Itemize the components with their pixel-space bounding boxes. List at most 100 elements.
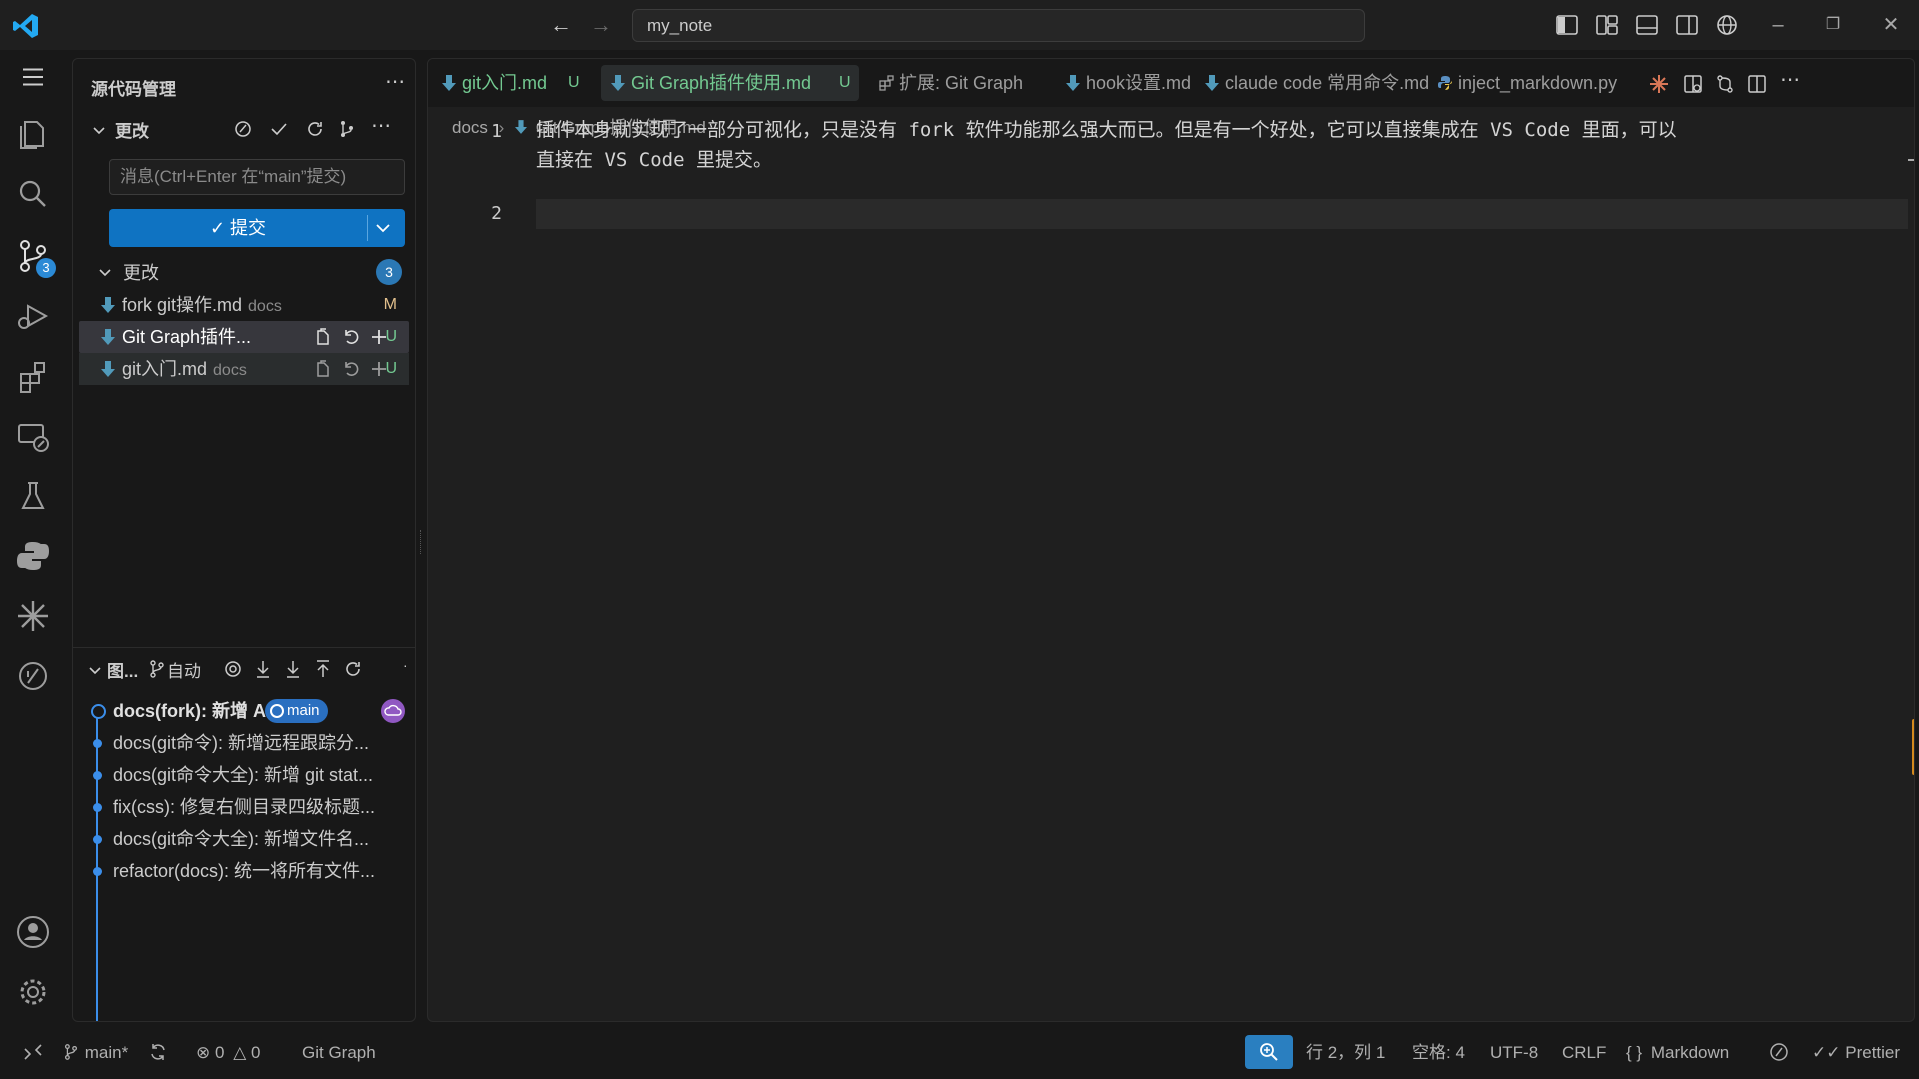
changes-group-chevron-icon[interactable] (97, 265, 113, 281)
language-mode[interactable]: { } Markdown (1626, 1041, 1729, 1065)
gitlens-stash-icon[interactable] (233, 119, 253, 139)
zoom-button[interactable] (1245, 1035, 1293, 1069)
extensions-icon[interactable] (13, 356, 53, 396)
git-graph-status[interactable]: Git Graph (302, 1041, 376, 1065)
commit-row[interactable]: refactor(docs): 统一将所有文件... (91, 855, 411, 887)
remote-indicator-icon[interactable] (22, 1041, 44, 1063)
changed-file-row[interactable]: Git Graph插件... U (79, 321, 409, 353)
head-commit-dot (91, 704, 106, 719)
graph-more-icon[interactable]: · (403, 657, 408, 673)
cursor-position[interactable]: 行 2，列 1 (1306, 1041, 1385, 1065)
commit-row[interactable]: docs(fork): 新增 A... main (91, 695, 411, 727)
commit-check-icon[interactable] (269, 119, 289, 139)
run-debug-icon[interactable] (13, 296, 53, 336)
discard-changes-icon[interactable] (341, 327, 361, 347)
more-actions-icon[interactable]: ⋯ (385, 69, 405, 94)
status-bar: main* ⊗ 0 △ 0 Git Graph 行 2，列 1 空格: 4 UT… (0, 1025, 1919, 1079)
branch-badge[interactable]: main (265, 699, 328, 723)
commit-row[interactable]: docs(git命令大全): 新增 git stat... (91, 759, 411, 791)
toggle-panel-icon[interactable] (1635, 13, 1659, 37)
editor-more-icon[interactable]: ⋯ (1780, 67, 1800, 92)
changed-file-row[interactable]: git入门.md docs U (79, 353, 409, 385)
sash-handle[interactable] (420, 530, 423, 554)
toggle-secondary-sidebar-icon[interactable] (1675, 13, 1699, 37)
markdown-file-icon (515, 120, 528, 134)
tab-claude-code-commands[interactable]: claude code 常用命令.md (1195, 65, 1429, 101)
remote-explorer-icon[interactable] (13, 416, 53, 456)
split-editor-icon[interactable] (1746, 73, 1768, 95)
branch-icon[interactable] (147, 659, 167, 679)
discard-changes-icon[interactable] (341, 359, 361, 379)
changes-group-label[interactable]: 更改 (123, 259, 159, 285)
account-icon[interactable] (13, 912, 53, 952)
explorer-icon[interactable] (13, 114, 53, 154)
scrollbar-marker[interactable] (1912, 719, 1914, 775)
globe-icon[interactable] (1715, 13, 1739, 37)
commit-dropdown-icon[interactable] (373, 218, 393, 238)
commit-button-label[interactable]: ✓ 提交 (109, 209, 367, 247)
changes-header[interactable]: 更改 (115, 117, 149, 142)
auto-label[interactable]: 自动 (167, 657, 201, 682)
commit-message-input[interactable]: 消息(Ctrl+Enter 在“main”提交) (109, 159, 405, 195)
source-control-icon[interactable]: 3 (13, 236, 56, 278)
graph-chevron-icon[interactable] (87, 663, 103, 679)
open-file-icon[interactable] (313, 327, 333, 347)
tab-git-intro[interactable]: git入门.md U (432, 65, 590, 101)
graph-header[interactable]: 图... (107, 657, 138, 682)
push-icon[interactable] (313, 659, 333, 679)
prettier-status[interactable]: ✓✓ Prettier (1812, 1041, 1900, 1065)
vscode-logo-icon (13, 14, 38, 38)
end-of-line[interactable]: CRLF (1562, 1041, 1606, 1065)
customize-layout-icon[interactable] (1595, 13, 1619, 37)
problems-indicator[interactable]: ⊗ 0 △ 0 (196, 1041, 260, 1065)
changed-file-row[interactable]: fork git操作.md docs M (79, 289, 409, 321)
pull-icon[interactable] (283, 659, 303, 679)
file-status: U (385, 328, 397, 345)
minimize-button[interactable]: – (1763, 10, 1793, 40)
tab-label: inject_markdown.py (1458, 73, 1618, 93)
forward-arrow-icon[interactable]: → (588, 12, 614, 38)
markdown-file-icon (611, 75, 625, 91)
command-center-search[interactable]: my_note (632, 9, 1365, 42)
tab-inject-markdown[interactable]: inject_markdown.py (1428, 65, 1634, 101)
python-icon[interactable] (13, 536, 53, 576)
open-file-icon[interactable] (313, 359, 333, 379)
sync-icon[interactable] (148, 1042, 168, 1062)
warning-icon: △ (233, 1043, 247, 1062)
commit-row[interactable]: docs(git命令): 新增远程跟踪分... (91, 727, 411, 759)
claude-code-icon[interactable] (1648, 73, 1670, 95)
tab-extension-git-graph[interactable]: 扩展: Git Graph (869, 65, 1049, 101)
gitlens-icon[interactable] (13, 656, 53, 696)
testing-icon[interactable] (13, 476, 53, 516)
commit-row[interactable]: fix(css): 修复右侧目录四级标题... (91, 791, 411, 823)
gitlens-status-icon[interactable] (1768, 1041, 1790, 1063)
search-icon[interactable] (13, 174, 53, 214)
tab-hook-settings[interactable]: hook设置.md (1056, 65, 1196, 101)
indentation[interactable]: 空格: 4 (1412, 1041, 1465, 1065)
remote-cloud-icon[interactable] (381, 699, 405, 723)
close-button[interactable]: ✕ (1876, 10, 1906, 40)
fetch-icon[interactable] (253, 659, 273, 679)
markdown-file-icon (1066, 75, 1080, 91)
target-icon[interactable] (223, 659, 243, 679)
code-line[interactable]: 插件本身就实现了一部分可视化，只是没有 fork 软件功能那么强大而已。但是有一… (536, 115, 1896, 175)
tab-git-graph-plugin[interactable]: Git Graph插件使用.md U (601, 65, 859, 101)
chevron-down-icon[interactable] (91, 123, 107, 139)
commit-row[interactable]: docs(git命令大全): 新增文件名... (91, 823, 411, 855)
open-changes-icon[interactable] (1714, 73, 1736, 95)
back-arrow-icon[interactable]: ← (548, 12, 574, 38)
graph-view-icon[interactable] (337, 119, 357, 139)
repo-more-icon[interactable]: ⋯ (371, 113, 391, 138)
branch-indicator[interactable]: main* (62, 1041, 128, 1065)
settings-gear-icon[interactable] (13, 972, 53, 1012)
graph-refresh-icon[interactable] (343, 659, 363, 679)
refresh-icon[interactable] (305, 119, 325, 139)
open-preview-icon[interactable] (1682, 73, 1704, 95)
toggle-primary-sidebar-icon[interactable] (1555, 13, 1579, 37)
extension-icon (879, 75, 894, 91)
claude-spark-icon[interactable] (13, 596, 53, 636)
restore-button[interactable]: ❐ (1818, 10, 1848, 40)
encoding[interactable]: UTF-8 (1490, 1041, 1538, 1065)
commit-button[interactable]: ✓ 提交 (109, 209, 405, 247)
menu-icon[interactable] (18, 62, 48, 92)
